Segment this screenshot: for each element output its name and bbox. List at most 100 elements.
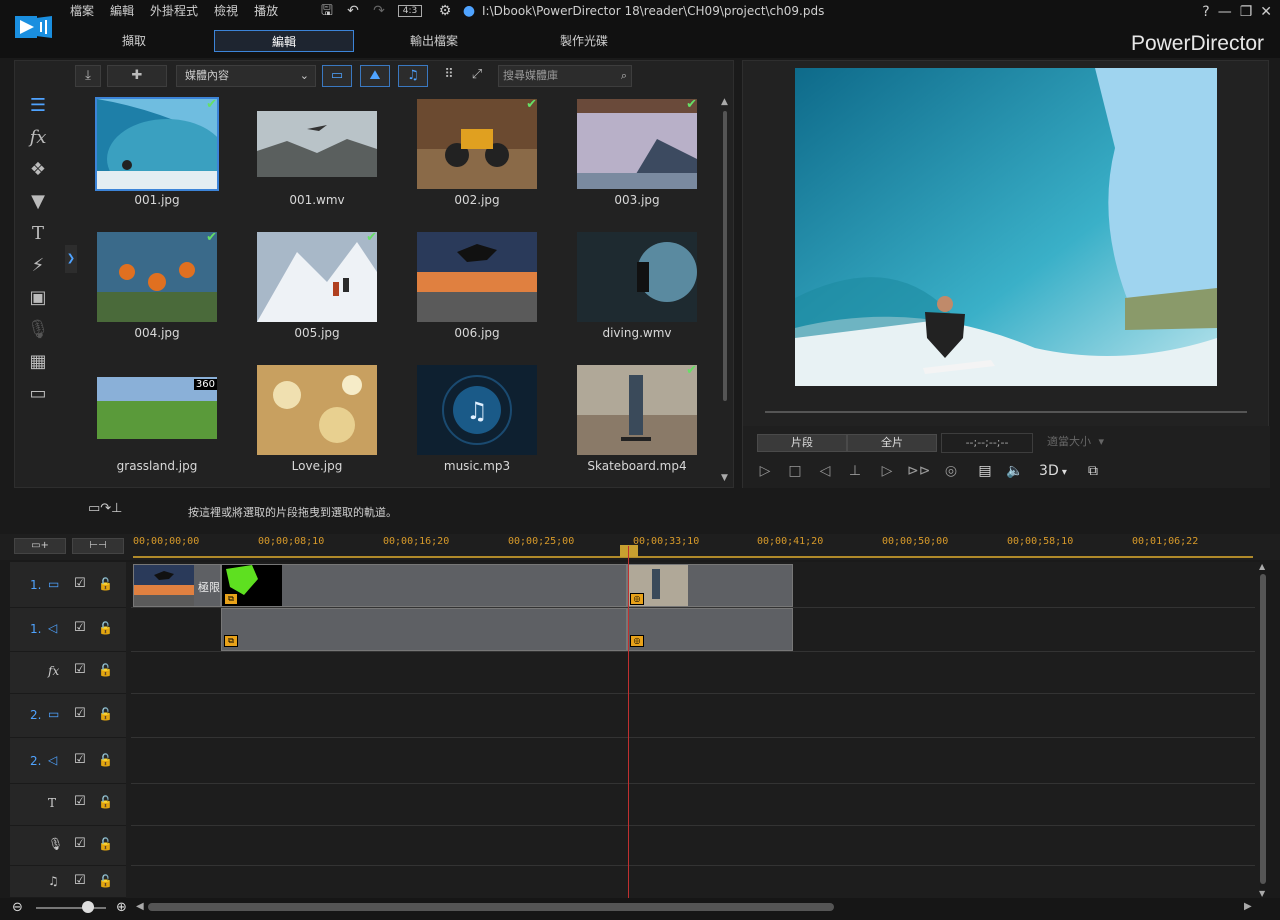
- media-item[interactable]: ✔ 003.jpg: [575, 97, 699, 217]
- track-lane-audio-1[interactable]: ⧉ ◎: [131, 608, 1255, 652]
- filter-video-icon[interactable]: ▭: [322, 65, 352, 87]
- redo-icon[interactable]: ↷: [370, 3, 388, 19]
- track-enable-checkbox[interactable]: ☑: [74, 794, 86, 809]
- menu-playback[interactable]: 播放: [246, 3, 286, 19]
- menu-plugins[interactable]: 外掛程式: [142, 3, 206, 19]
- voice-over-icon[interactable]: 🎙: [25, 317, 51, 343]
- track-enable-checkbox[interactable]: ☑: [74, 836, 86, 851]
- track-enable-checkbox[interactable]: ☑: [74, 873, 86, 888]
- close-icon[interactable]: ✕: [1260, 4, 1272, 20]
- scroll-down-icon[interactable]: ▼: [721, 473, 728, 483]
- volume-icon[interactable]: 🔈: [1005, 461, 1025, 481]
- save-icon[interactable]: 🖫: [318, 3, 336, 19]
- pip-room-icon[interactable]: ❖: [25, 157, 51, 183]
- track-lane-video-2[interactable]: [131, 694, 1255, 738]
- timeline-horizontal-scrollbar[interactable]: [148, 903, 834, 911]
- media-item[interactable]: 006.jpg: [415, 230, 539, 350]
- audio-clip[interactable]: ⧉: [221, 608, 627, 651]
- lock-icon[interactable]: 🔓: [98, 577, 113, 591]
- track-enable-checkbox[interactable]: ☑: [74, 752, 86, 767]
- tab-create-disc[interactable]: 製作光碟: [514, 30, 654, 52]
- playhead-handle[interactable]: [620, 545, 638, 557]
- minimize-icon[interactable]: —: [1218, 4, 1232, 20]
- menu-view[interactable]: 檢視: [206, 3, 246, 19]
- lock-icon[interactable]: 🔓: [98, 837, 113, 851]
- media-item[interactable]: 360 grassland.jpg: [95, 363, 219, 483]
- movie-mode-button[interactable]: 全片: [847, 434, 937, 452]
- title-room-icon[interactable]: T: [25, 221, 51, 247]
- timeline-ruler[interactable]: ▭+ ⊢⊣ 00;00;00;00 00;00;08;10 00;00;16;2…: [0, 534, 1280, 560]
- filter-audio-icon[interactable]: ♫: [398, 65, 428, 87]
- audio-clip[interactable]: ◎: [627, 608, 793, 651]
- media-item[interactable]: ♫ music.mp3: [415, 363, 539, 483]
- next-frame-icon[interactable]: ▷: [877, 461, 897, 481]
- zoom-out-icon[interactable]: ⊖: [12, 900, 23, 915]
- tab-capture[interactable]: 擷取: [64, 30, 204, 52]
- track-lane-voice[interactable]: [131, 826, 1255, 866]
- search-icon[interactable]: ⌕: [621, 66, 627, 86]
- media-item[interactable]: 001.wmv: [255, 97, 379, 217]
- timeline-clip[interactable]: ⧉: [221, 564, 627, 607]
- preview-scrubber[interactable]: [765, 411, 1247, 413]
- scroll-thumb[interactable]: [1260, 574, 1266, 884]
- zoom-slider[interactable]: [36, 907, 106, 909]
- restore-icon[interactable]: ❐: [1240, 4, 1253, 20]
- timeline-clip[interactable]: 極限: [133, 564, 221, 607]
- aspect-ratio-button[interactable]: 4:3: [398, 5, 422, 17]
- scroll-down-icon[interactable]: ▼: [1259, 889, 1265, 898]
- lock-icon[interactable]: 🔓: [98, 663, 113, 677]
- track-lane-fx[interactable]: [131, 652, 1255, 694]
- media-scrollbar[interactable]: ▲ ▼: [721, 97, 729, 483]
- track-enable-checkbox[interactable]: ☑: [74, 706, 86, 721]
- lock-icon[interactable]: 🔓: [98, 753, 113, 767]
- previous-frame-icon[interactable]: ◁: [815, 461, 835, 481]
- snapshot-icon[interactable]: ◎: [941, 461, 961, 481]
- media-item[interactable]: ✔ 004.jpg: [95, 230, 219, 350]
- lock-icon[interactable]: 🔓: [98, 874, 113, 888]
- media-item[interactable]: diving.wmv: [575, 230, 699, 350]
- menu-file[interactable]: 檔案: [62, 3, 102, 19]
- scroll-left-icon[interactable]: ◀: [136, 901, 144, 912]
- audio-mixing-icon[interactable]: ▦: [25, 349, 51, 375]
- media-room-icon[interactable]: ☰: [25, 93, 51, 119]
- subtitle-icon[interactable]: ▤: [975, 461, 995, 481]
- plugin-icon[interactable]: ✚: [107, 65, 167, 87]
- media-item[interactable]: ✔ 001.jpg: [95, 97, 219, 217]
- effects-room-icon[interactable]: fx: [25, 125, 51, 151]
- account-icon[interactable]: ●: [460, 3, 478, 19]
- track-enable-checkbox[interactable]: ☑: [74, 620, 86, 635]
- subtitle-room-icon[interactable]: ▭: [25, 381, 51, 407]
- media-item[interactable]: ✔ 005.jpg: [255, 230, 379, 350]
- scroll-up-icon[interactable]: ▲: [1259, 562, 1265, 571]
- track-enable-checkbox[interactable]: ☑: [74, 662, 86, 677]
- fast-forward-icon[interactable]: ⊳⊳: [907, 461, 930, 481]
- lock-icon[interactable]: 🔓: [98, 621, 113, 635]
- particle-room-icon[interactable]: ▼: [25, 189, 51, 215]
- tab-edit[interactable]: 編輯: [214, 30, 354, 52]
- scroll-up-icon[interactable]: ▲: [721, 97, 728, 107]
- split-icon[interactable]: ⊥: [845, 461, 865, 481]
- tab-produce[interactable]: 輸出檔案: [364, 30, 504, 52]
- track-lane-video-1[interactable]: 極限 ⧉ ◎: [131, 562, 1255, 608]
- track-lane-title[interactable]: [131, 784, 1255, 826]
- expand-library-icon[interactable]: ❯: [65, 245, 77, 273]
- timeline-vertical-scrollbar[interactable]: ▲ ▼: [1258, 562, 1268, 898]
- play-icon[interactable]: ▷: [755, 461, 775, 481]
- lock-icon[interactable]: 🔓: [98, 707, 113, 721]
- track-manager-button[interactable]: ▭+: [14, 538, 66, 554]
- zoom-select[interactable]: 適當大小 ▾: [1043, 433, 1123, 453]
- fit-timeline-button[interactable]: ⊢⊣: [72, 538, 124, 554]
- media-item[interactable]: ✔ 002.jpg: [415, 97, 539, 217]
- filter-image-icon[interactable]: ⛰: [360, 65, 390, 87]
- clip-mode-button[interactable]: 片段: [757, 434, 847, 452]
- resize-icon[interactable]: ⤢: [466, 65, 488, 87]
- insert-mode-icon[interactable]: ▭↷⊥: [88, 501, 123, 516]
- view-grid-icon[interactable]: ⠿: [438, 65, 460, 87]
- media-item[interactable]: ✔ Skateboard.mp4: [575, 363, 699, 483]
- track-lane-audio-2[interactable]: [131, 738, 1255, 784]
- timecode-field[interactable]: --;--;--;--: [941, 433, 1033, 453]
- undo-icon[interactable]: ↶: [344, 3, 362, 19]
- menu-edit[interactable]: 編輯: [102, 3, 142, 19]
- scroll-thumb[interactable]: [723, 111, 727, 401]
- track-lane-music[interactable]: [131, 866, 1255, 898]
